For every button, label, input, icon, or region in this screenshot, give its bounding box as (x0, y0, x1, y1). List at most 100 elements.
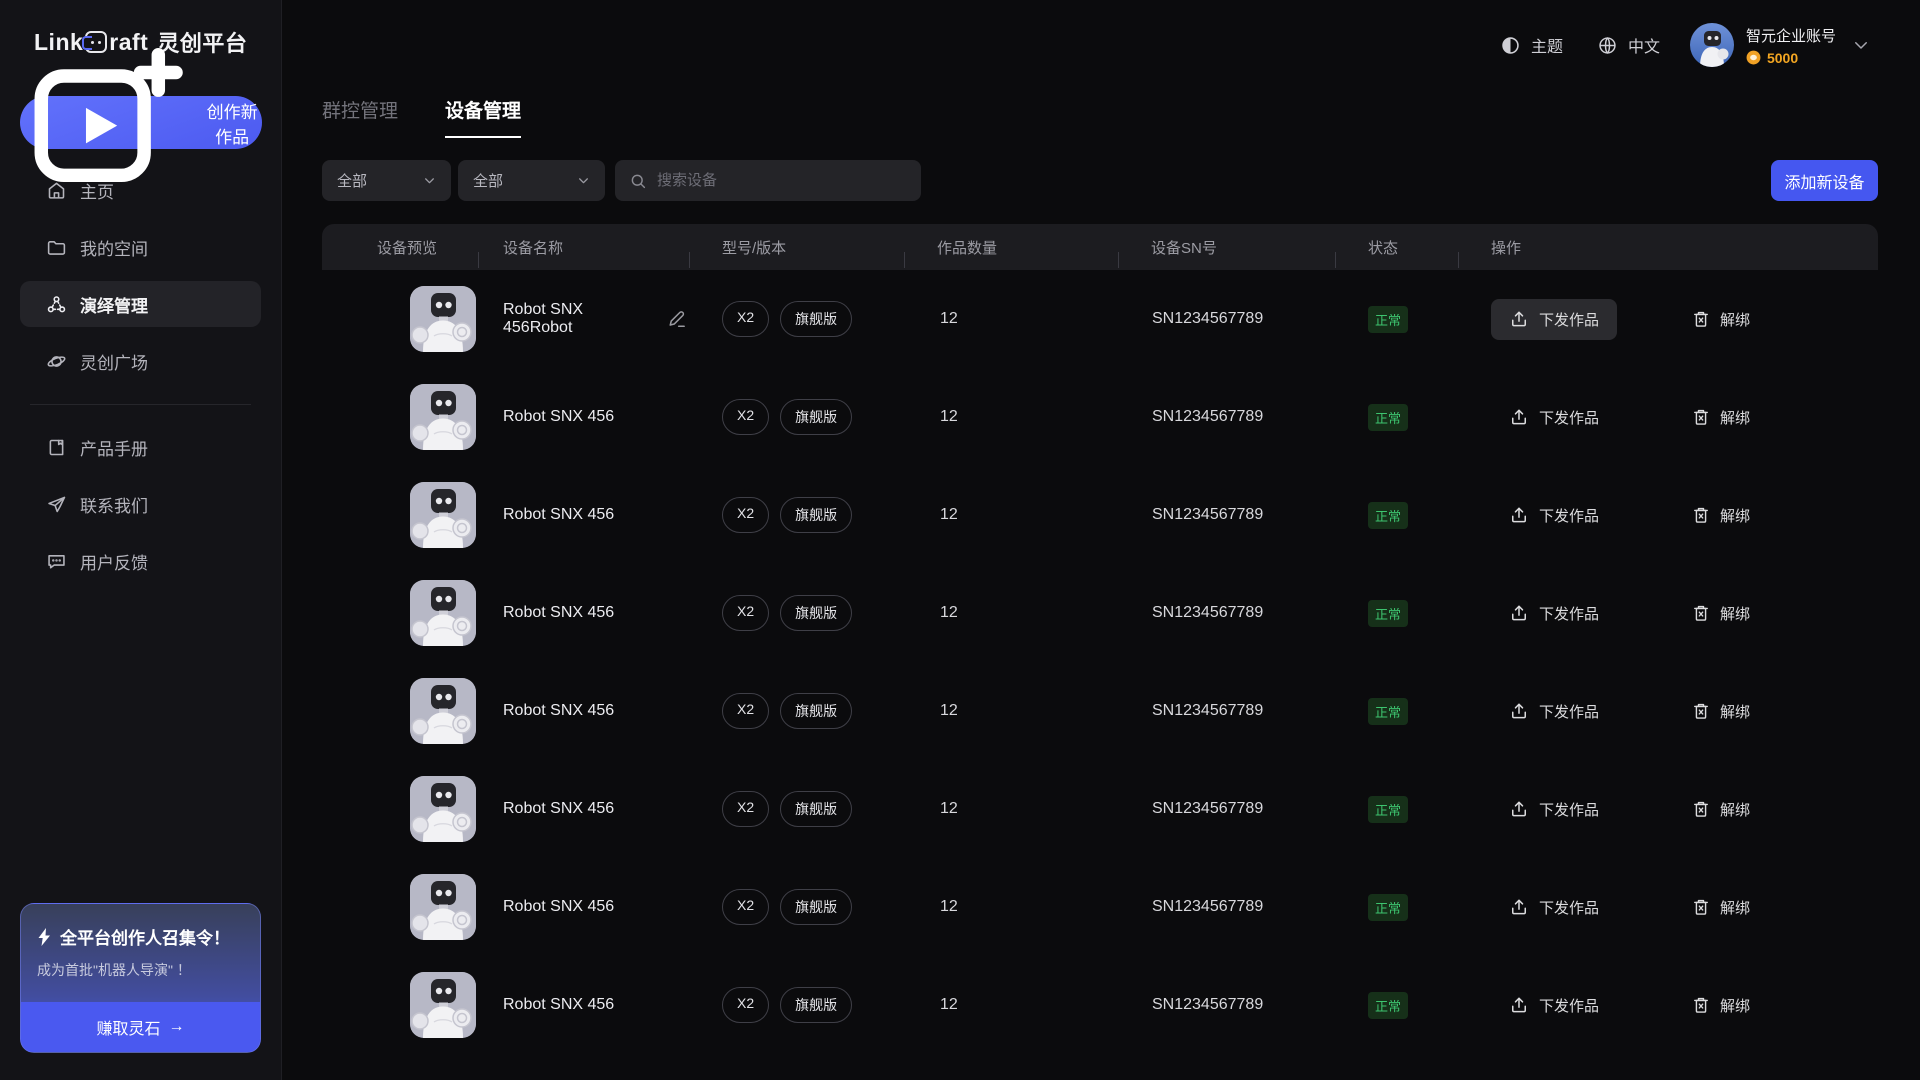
unbind-label: 解绑 (1720, 505, 1750, 526)
account-info[interactable]: 智元企业账号 5000 (1746, 25, 1836, 66)
unbind-button[interactable]: 解绑 (1673, 985, 1768, 1026)
model-badge: X2 (722, 791, 769, 827)
model-badge: X2 (722, 693, 769, 729)
cell-model-version: X2 旗舰版 (689, 889, 904, 925)
table-row: Robot SNX 456 X2 旗舰版 12 SN1234567789 正常 … (322, 564, 1878, 662)
model-badge: X2 (722, 987, 769, 1023)
account-chevron-down-icon[interactable] (1852, 36, 1870, 54)
cell-actions: 下发作品 解绑 (1458, 789, 1878, 830)
sidebar-item-performance-management[interactable]: 演绎管理 (20, 281, 261, 327)
trash-icon (1691, 701, 1711, 721)
works-count: 12 (904, 408, 1118, 426)
table-header: 设备预览 设备名称 型号/版本 作品数量 设备SN号 状态 操作 (322, 224, 1878, 270)
device-table: 设备预览 设备名称 型号/版本 作品数量 设备SN号 状态 操作 (322, 224, 1878, 1054)
sidebar-item-home[interactable]: 主页 (20, 167, 261, 213)
sidebar-item-contact-us[interactable]: 联系我们 (20, 481, 261, 527)
filter-dropdown-2[interactable]: 全部 (458, 160, 605, 201)
version-badge: 旗舰版 (780, 497, 852, 533)
deploy-work-button[interactable]: 下发作品 (1491, 691, 1617, 732)
device-sn: SN1234567789 (1118, 604, 1335, 622)
add-device-button[interactable]: 添加新设备 (1771, 160, 1878, 201)
unbind-button[interactable]: 解绑 (1673, 299, 1768, 340)
device-thumbnail (410, 580, 476, 646)
avatar-robot-image (1690, 23, 1734, 67)
status-badge: 正常 (1368, 600, 1408, 627)
unbind-button[interactable]: 解绑 (1673, 593, 1768, 634)
works-count: 12 (904, 506, 1118, 524)
cell-actions: 下发作品 解绑 (1458, 691, 1878, 732)
works-count: 12 (904, 604, 1118, 622)
unbind-button[interactable]: 解绑 (1673, 495, 1768, 536)
device-name: Robot SNX 456 (503, 898, 614, 916)
deploy-work-label: 下发作品 (1539, 309, 1599, 330)
sidebar-item-my-space[interactable]: 我的空间 (20, 224, 261, 270)
cell-model-version: X2 旗舰版 (689, 987, 904, 1023)
status-badge: 正常 (1368, 796, 1408, 823)
deploy-work-button[interactable]: 下发作品 (1491, 887, 1617, 928)
cell-name: Robot SNX 456 (478, 702, 689, 720)
device-sn: SN1234567789 (1118, 800, 1335, 818)
edit-icon[interactable] (667, 308, 689, 330)
language-label: 中文 (1628, 33, 1660, 57)
cell-status: 正常 (1335, 404, 1458, 431)
deploy-work-button[interactable]: 下发作品 (1491, 495, 1617, 536)
cell-status: 正常 (1335, 992, 1458, 1019)
unbind-button[interactable]: 解绑 (1673, 691, 1768, 732)
chevron-down-icon (577, 174, 590, 187)
theme-toggle[interactable]: 主题 (1500, 33, 1563, 57)
cell-preview (322, 482, 478, 548)
sidebar-item-lingchuang-plaza[interactable]: 灵创广场 (20, 338, 261, 384)
filter-dropdown-1[interactable]: 全部 (322, 160, 451, 201)
create-new-work-label: 创作新作品 (202, 98, 262, 148)
unbind-button[interactable]: 解绑 (1673, 887, 1768, 928)
unbind-label: 解绑 (1720, 309, 1750, 330)
cell-preview (322, 384, 478, 450)
deploy-work-button[interactable]: 下发作品 (1491, 789, 1617, 830)
deploy-work-button[interactable]: 下发作品 (1491, 397, 1617, 438)
table-body: Robot SNX 456Robot X2 旗舰版 12 SN123456778… (322, 270, 1878, 1054)
device-name: Robot SNX 456 (503, 604, 614, 622)
create-new-work-button[interactable]: 创作新作品 (20, 96, 262, 149)
deploy-work-button[interactable]: 下发作品 (1491, 985, 1617, 1026)
lightning-icon (37, 928, 52, 946)
deploy-work-button[interactable]: 下发作品 (1491, 593, 1617, 634)
search-input[interactable] (657, 172, 907, 189)
tab-device-management[interactable]: 设备管理 (445, 96, 521, 138)
version-badge: 旗舰版 (780, 987, 852, 1023)
top-header: 主题 中文 智元企业账号 5000 (282, 0, 1920, 90)
unbind-button[interactable]: 解绑 (1673, 789, 1768, 830)
device-name: Robot SNX 456 (503, 996, 614, 1014)
table-row: Robot SNX 456Robot X2 旗舰版 12 SN123456778… (322, 270, 1878, 368)
device-thumbnail (410, 678, 476, 744)
deploy-work-button[interactable]: 下发作品 (1491, 299, 1617, 340)
cell-name: Robot SNX 456 (478, 898, 689, 916)
cell-status: 正常 (1335, 796, 1458, 823)
status-badge: 正常 (1368, 992, 1408, 1019)
cell-preview (322, 972, 478, 1038)
unbind-button[interactable]: 解绑 (1673, 397, 1768, 438)
arrow-right-icon: → (169, 1018, 185, 1036)
sidebar-item-product-manual[interactable]: 产品手册 (20, 424, 261, 470)
tab-group-control[interactable]: 群控管理 (322, 96, 398, 138)
trash-icon (1691, 603, 1711, 623)
cell-name: Robot SNX 456 (478, 996, 689, 1014)
sidebar-item-user-feedback[interactable]: 用户反馈 (20, 538, 261, 584)
cell-actions: 下发作品 解绑 (1458, 887, 1878, 928)
language-switcher[interactable]: 中文 (1597, 33, 1660, 57)
upload-icon (1509, 505, 1529, 525)
status-badge: 正常 (1368, 502, 1408, 529)
cell-status: 正常 (1335, 698, 1458, 725)
earn-gems-button[interactable]: 赚取灵石 → (21, 1002, 260, 1052)
planet-icon (46, 351, 67, 372)
table-row: Robot SNX 456 X2 旗舰版 12 SN1234567789 正常 … (322, 760, 1878, 858)
works-count: 12 (904, 702, 1118, 720)
user-avatar[interactable] (1690, 23, 1734, 67)
sidebar-nav-secondary: 产品手册 联系我们 用户反馈 (20, 424, 261, 595)
cell-model-version: X2 旗舰版 (689, 497, 904, 533)
cell-preview (322, 776, 478, 842)
device-sn: SN1234567789 (1118, 310, 1335, 328)
device-thumbnail (410, 874, 476, 940)
deploy-work-label: 下发作品 (1539, 505, 1599, 526)
cell-preview (322, 286, 478, 352)
cell-name: Robot SNX 456 (478, 604, 689, 622)
